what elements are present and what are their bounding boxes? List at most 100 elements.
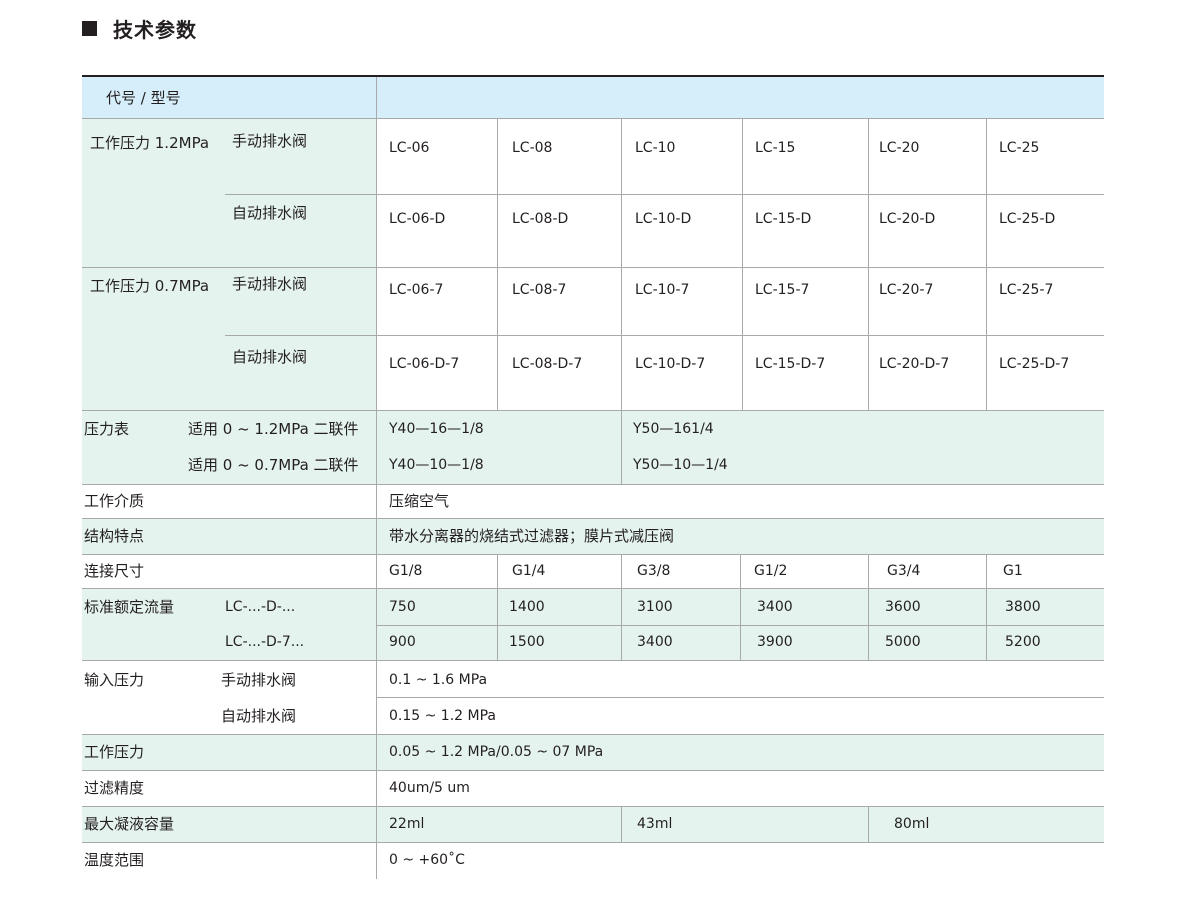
gauge-sub-label: 适用 0 ~ 0.7MPa 二联件: [188, 456, 359, 474]
table-cell: LC-08: [512, 140, 553, 156]
model-grid-1-2: LC-06 LC-08 LC-10 LC-15 LC-20 LC-25 LC-0…: [376, 118, 1104, 267]
column-divider: [621, 118, 622, 411]
row-divider: [82, 118, 1104, 119]
row-divider: [376, 697, 1104, 698]
table-cell: LC-20: [879, 140, 920, 156]
section-title: 技术参数: [113, 18, 197, 42]
structure-value: 带水分离器的烧结式过滤器；膜片式减压阀: [389, 527, 675, 545]
pressure-gauge-row: 压力表 适用 0 ~ 1.2MPa 二联件 适用 0 ~ 0.7MPa 二联件 …: [82, 411, 1104, 484]
row-divider: [82, 554, 1104, 555]
flow-row: 标准额定流量 LC-...-D-... LC-...-D-7... 750 14…: [82, 588, 1104, 660]
table-cell: 3400: [757, 599, 793, 615]
flow-sub-label: LC-...-D-...: [225, 599, 296, 615]
flow-label: 标准额定流量: [84, 598, 175, 616]
table-cell: 3100: [637, 599, 673, 615]
temperature-label: 温度范围: [84, 851, 145, 869]
input-sub-label: 自动排水阀: [221, 707, 297, 725]
table-cell: LC-20-D: [879, 211, 936, 227]
square-bullet-icon: [82, 21, 97, 36]
manual-drain-label: 手动排水阀: [232, 275, 308, 293]
connection-row: 连接尺寸 G1/8 G1/4 G3/8 G1/2 G3/4 G1: [82, 554, 1104, 588]
medium-label: 工作介质: [84, 492, 145, 510]
gauge-sub-label: 适用 0 ~ 1.2MPa 二联件: [188, 420, 359, 438]
temperature-row: 温度范围 0 ~ +60˚C: [82, 842, 1104, 879]
row-divider: [82, 588, 1104, 589]
filtration-row: 过滤精度 40um/5 um: [82, 770, 1104, 806]
table-cell: Y40—10—1/8: [389, 457, 484, 473]
condensate-row: 最大凝液容量 22ml 43ml 80ml: [82, 806, 1104, 842]
table-cell: LC-15-7: [755, 282, 810, 298]
row-divider: [82, 410, 1104, 411]
input-value: 0.1 ~ 1.6 MPa: [389, 672, 488, 688]
column-divider: [497, 118, 498, 411]
table-cell: LC-10-D: [635, 211, 692, 227]
medium-row: 工作介质 压缩空气: [82, 484, 1104, 518]
pressure-0-7-block: 工作压力 0.7MPa 手动排水阀 自动排水阀 LC-06-7 LC-08-7 …: [82, 268, 1104, 411]
auto-drain-label: 自动排水阀: [232, 348, 308, 366]
table-cell: LC-15: [755, 140, 796, 156]
structure-row: 结构特点 带水分离器的烧结式过滤器；膜片式减压阀: [82, 518, 1104, 554]
manual-drain-label: 手动排水阀: [232, 132, 308, 150]
pressure-0-7-label: 工作压力 0.7MPa: [90, 277, 210, 295]
row-divider: [82, 770, 1104, 771]
row-divider: [225, 194, 1104, 195]
row-divider: [82, 806, 1104, 807]
row-divider: [82, 842, 1104, 843]
column-divider: [986, 554, 987, 660]
table-cell: LC-10-D-7: [635, 356, 706, 372]
column-divider: [868, 806, 869, 842]
table-cell: 5000: [885, 634, 921, 650]
table-cell: 1400: [509, 599, 545, 615]
table-cell: LC-06-D: [389, 211, 446, 227]
auto-drain-label: 自动排水阀: [232, 204, 308, 222]
row-divider: [82, 660, 1104, 661]
table-cell: G1/2: [754, 563, 788, 579]
table-cell: LC-15-D-7: [755, 356, 826, 372]
filtration-value: 40um/5 um: [389, 780, 470, 796]
working-pressure-row: 工作压力 0.05 ~ 1.2 MPa/0.05 ~ 07 MPa: [82, 734, 1104, 770]
table-cell: LC-25-D-7: [999, 356, 1070, 372]
working-label: 工作压力: [84, 743, 145, 761]
table-cell: 22ml: [389, 816, 425, 832]
table-cell: 3600: [885, 599, 921, 615]
table-cell: LC-25: [999, 140, 1040, 156]
table-cell: 80ml: [894, 816, 930, 832]
column-divider: [621, 554, 622, 660]
table-cell: G1: [1003, 563, 1023, 579]
input-sub-label: 手动排水阀: [221, 671, 297, 689]
input-label: 输入压力: [84, 671, 145, 689]
table-cell: LC-06: [389, 140, 430, 156]
row-divider: [82, 484, 1104, 485]
flow-sub-label: LC-...-D-7...: [225, 634, 305, 650]
temperature-value: 0 ~ +60˚C: [389, 852, 465, 868]
table-cell: LC-08-D-7: [512, 356, 583, 372]
table-cell: LC-06-D-7: [389, 356, 460, 372]
header-label: 代号 / 型号: [106, 89, 181, 107]
table-cell: LC-25-D: [999, 211, 1056, 227]
table-cell: 750: [389, 599, 416, 615]
table-cell: Y50—10—1/4: [633, 457, 728, 473]
table-cell: Y50—161/4: [633, 421, 714, 437]
column-divider: [868, 118, 869, 411]
table-cell: LC-20-7: [879, 282, 934, 298]
medium-value: 压缩空气: [389, 492, 450, 510]
table-cell: LC-08-7: [512, 282, 567, 298]
structure-label: 结构特点: [84, 527, 145, 545]
table-cell: 3400: [637, 634, 673, 650]
working-value: 0.05 ~ 1.2 MPa/0.05 ~ 07 MPa: [389, 744, 604, 760]
table-cell: Y40—16—1/8: [389, 421, 484, 437]
table-cell: LC-08-D: [512, 211, 569, 227]
pressure-1-2-label: 工作压力 1.2MPa: [90, 134, 210, 152]
table-cell: G3/8: [637, 563, 671, 579]
table-cell: LC-10: [635, 140, 676, 156]
table-cell: LC-06-7: [389, 282, 444, 298]
table-cell: 900: [389, 634, 416, 650]
table-cell: 3800: [1005, 599, 1041, 615]
column-divider: [376, 77, 377, 879]
table-cell: 1500: [509, 634, 545, 650]
condensate-label: 最大凝液容量: [84, 815, 175, 833]
table-cell: G3/4: [887, 563, 921, 579]
table-header-row: 代号 / 型号: [82, 77, 1104, 118]
column-divider: [621, 806, 622, 842]
column-divider: [621, 411, 622, 484]
